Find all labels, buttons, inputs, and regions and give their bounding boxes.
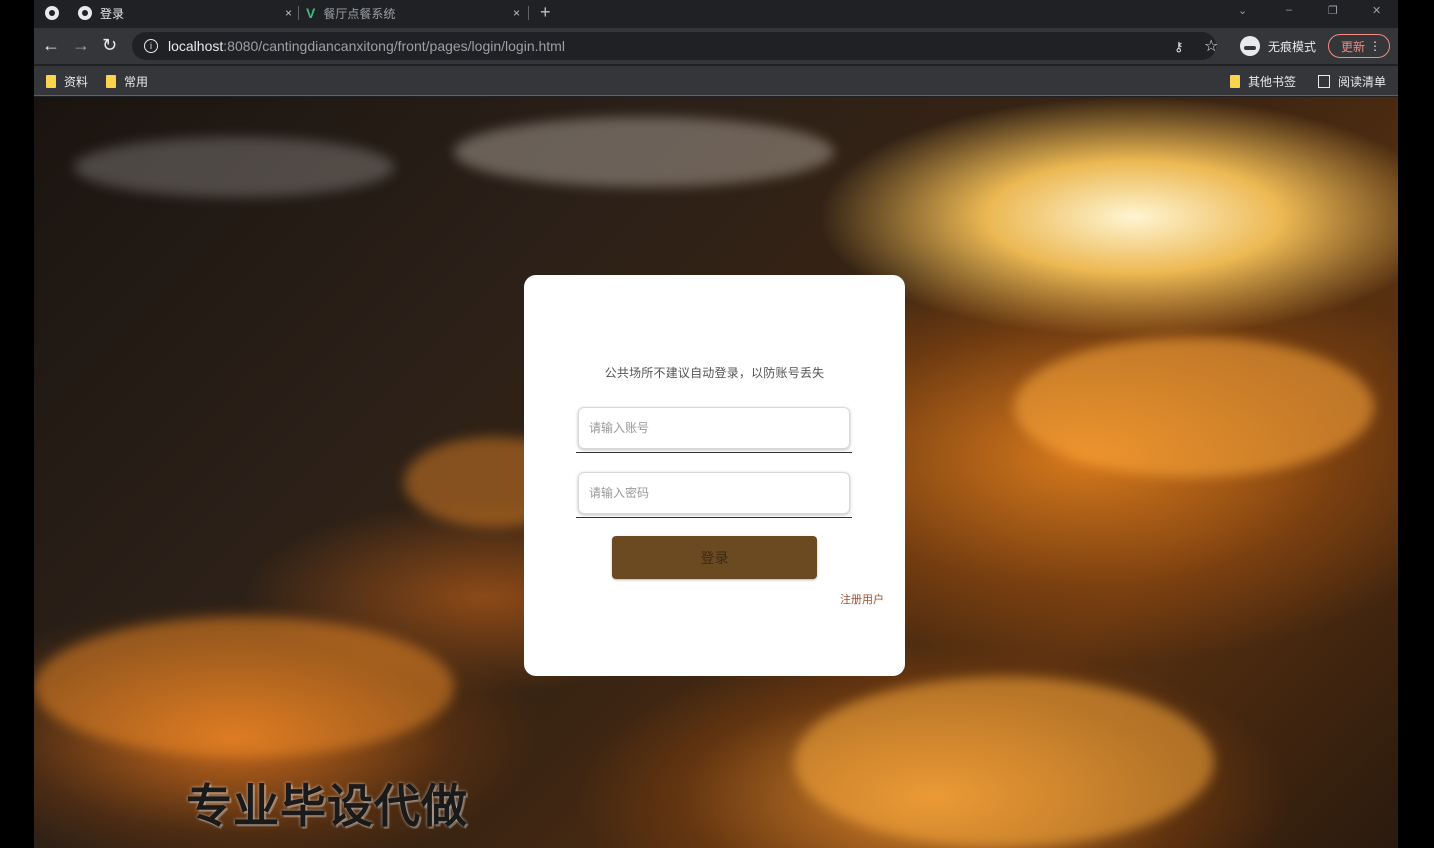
tab-close-icon[interactable]: × — [285, 6, 292, 20]
url-path: :8080/cantingdiancanxitong/front/pages/l… — [223, 38, 565, 54]
password-field — [576, 470, 852, 518]
bookmark-folder[interactable]: 常用 — [106, 73, 148, 90]
tab-divider — [298, 6, 299, 20]
incognito-label: 无痕模式 — [1268, 39, 1317, 54]
tab-title: 登录 — [100, 6, 125, 21]
other-bookmarks-label: 其他书签 — [1248, 75, 1297, 89]
browser-chrome: 登录 × V 餐厅点餐系统 × + ⌄ – ❐ ✕ ← → ↻ i localh… — [34, 0, 1398, 97]
more-menu-icon[interactable]: ⋮ — [1369, 39, 1381, 53]
left-letterbox — [0, 0, 34, 848]
vue-logo-icon: V — [306, 5, 316, 21]
page-favicon-icon — [78, 6, 92, 20]
tab-divider — [528, 6, 529, 20]
password-input[interactable] — [578, 472, 850, 514]
forward-arrow-icon[interactable]: → — [72, 36, 90, 54]
cloud-decoration — [34, 617, 454, 757]
window-close-icon[interactable]: ✕ — [1372, 4, 1381, 17]
username-field — [576, 405, 852, 453]
folder-icon — [106, 75, 116, 88]
tab-title: 餐厅点餐系统 — [323, 6, 396, 21]
cloud-decoration — [454, 117, 834, 187]
cloud-decoration — [794, 677, 1214, 847]
other-bookmarks[interactable]: 其他书签 — [1230, 73, 1296, 90]
login-card: 公共场所不建议自动登录，以防账号丢失 登录 注册用户 — [524, 275, 905, 676]
back-arrow-icon[interactable]: ← — [42, 36, 60, 54]
login-button[interactable]: 登录 — [612, 536, 817, 579]
site-info-icon[interactable]: i — [144, 39, 158, 53]
incognito-icon — [1240, 36, 1260, 56]
cloud-decoration — [74, 137, 394, 197]
window-menu-icon[interactable]: ⌄ — [1238, 4, 1247, 17]
tab-login[interactable]: 登录 × — [78, 0, 298, 26]
reading-list-label: 阅读清单 — [1338, 75, 1387, 89]
browser-icon — [45, 6, 59, 20]
incognito-indicator[interactable]: 无痕模式 — [1240, 36, 1316, 56]
tab-bar: 登录 × V 餐厅点餐系统 × + ⌄ – ❐ ✕ — [34, 0, 1398, 26]
bookmark-folder[interactable]: 资料 — [46, 73, 88, 90]
bookmark-star-icon[interactable]: ☆ — [1204, 36, 1218, 56]
bookmark-label: 常用 — [124, 75, 149, 89]
watermark-text: 专业毕设代做 — [186, 779, 468, 833]
folder-icon — [46, 75, 56, 88]
login-hint: 公共场所不建议自动登录，以防账号丢失 — [604, 366, 825, 380]
bookmark-label: 资料 — [64, 75, 89, 89]
address-bar[interactable]: i localhost :8080/cantingdiancanxitong/f… — [132, 32, 1216, 60]
bookmarks-bar: 资料 常用 其他书签 阅读清单 — [34, 66, 1398, 96]
tab-search-button[interactable] — [44, 0, 68, 26]
tab-close-icon[interactable]: × — [513, 6, 520, 20]
update-button[interactable]: 更新 ⋮ — [1328, 34, 1390, 58]
toolbar: ← → ↻ i localhost :8080/cantingdiancanxi… — [34, 28, 1398, 64]
minimize-icon[interactable]: – — [1286, 4, 1292, 16]
reading-list-icon — [1318, 75, 1330, 88]
key-icon[interactable]: ⚷ — [1174, 39, 1184, 55]
update-label: 更新 — [1341, 39, 1366, 54]
folder-icon — [1230, 75, 1240, 88]
url-host: localhost — [168, 38, 224, 54]
reading-list[interactable]: 阅读清单 — [1318, 73, 1386, 90]
cloud-decoration — [1014, 337, 1374, 477]
tab-system[interactable]: V 餐厅点餐系统 × — [306, 0, 526, 26]
new-tab-button[interactable]: + — [540, 2, 551, 23]
right-letterbox — [1398, 0, 1434, 848]
register-link[interactable]: 注册用户 — [840, 591, 884, 607]
reload-icon[interactable]: ↻ — [102, 36, 117, 54]
username-input[interactable] — [578, 407, 850, 449]
restore-icon[interactable]: ❐ — [1328, 4, 1338, 17]
